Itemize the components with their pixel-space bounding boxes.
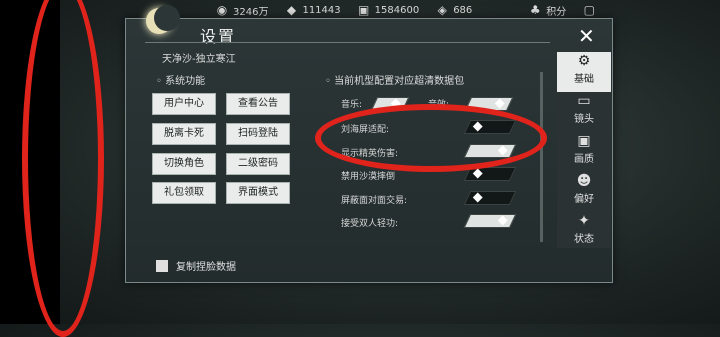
points-label: 积分 [546,6,567,18]
tab-camera-label: 镜头 [574,114,594,125]
tab-quality[interactable]: ▣ 画质 [557,132,611,172]
hd-section-text: 当前机型配置对应超清数据包 [334,76,465,87]
hud-currency4: ◈ 686 [435,3,473,17]
user-center-button[interactable]: 用户中心 [152,93,216,115]
currency2-value: 111443 [302,4,341,16]
block-trade-label: 屏蔽面对面交易: [341,196,408,206]
system-section-text: 系统功能 [165,76,206,87]
gear-icon: ⚙ [577,53,591,69]
settings-icon[interactable]: ▢ [582,3,596,17]
close-icon[interactable]: ✕ [578,24,595,48]
tab-quality-label: 画质 [574,154,594,165]
secondary-password-button[interactable]: 二级密码 [226,153,290,175]
tab-camera[interactable]: ▭ 镜头 [557,92,611,132]
toggle-knob [472,168,483,179]
tab-basic-label: 基础 [574,74,594,85]
currency1-value: 3246万 [233,6,269,18]
system-section-label: ◦ 系统功能 [156,72,205,87]
copy-icon [156,259,168,272]
gift-claim-button[interactable]: 礼包领取 [152,182,216,204]
gold-icon: ◈ [437,3,447,17]
person-icon: ☻ [576,173,592,189]
ingot-icon: ▣ [357,3,370,17]
hud-currency3: ▣ 1584600 [357,3,420,17]
view-notice-button[interactable]: 查看公告 [226,93,290,115]
server-name: 天净沙-独立寒江 [162,54,236,65]
toggle-knob [494,98,505,109]
hud-settings[interactable]: ▢ [582,3,596,17]
annotation-ring-left [22,0,104,337]
tab-status[interactable]: ✦ 状态 [557,212,611,252]
toggle-knob [497,215,508,226]
unstuck-button[interactable]: 脱离卡死 [152,123,216,145]
hud-currency1: ◉ 3246万 [215,3,269,18]
currency4-value: 686 [453,4,473,16]
toggle-knob [472,192,483,203]
bullet-icon: ◦ [156,76,166,87]
title-divider [145,42,550,43]
points-icon: ♣ [529,3,541,17]
qr-login-button[interactable]: 扫码登陆 [226,123,290,145]
interface-mode-button[interactable]: 界面模式 [226,182,290,204]
silver-icon: ◆ [286,3,297,17]
switch-role-button[interactable]: 切换角色 [152,153,216,175]
bullet-icon: ◦ [325,76,335,87]
hud-points[interactable]: ♣ 积分 [528,3,566,18]
coin-icon: ◉ [216,3,228,17]
monitor-icon: ▣ [577,133,591,149]
dialog-title: 设置 [200,27,237,46]
side-tab-bar: ⚙ 基础 ▭ 镜头 ▣ 画质 ☻ 偏好 ✦ 状态 [557,52,611,248]
currency3-value: 1584600 [374,4,420,16]
tab-basic[interactable]: ⚙ 基础 [557,52,611,92]
tab-status-label: 状态 [574,234,594,245]
top-hud: ◉ 3246万 ◆ 111443 ▣ 1584600 ◈ 686 ♣ 积分 ▢ [215,0,596,20]
copy-face-data-button[interactable]: 复制捏脸数据 [156,258,236,273]
settings-scrollbar[interactable] [540,72,543,242]
tab-preference[interactable]: ☻ 偏好 [557,172,611,212]
block-trade-toggle[interactable] [463,191,517,205]
moon-shadow [154,5,180,31]
camera-icon: ▭ [577,93,591,109]
hd-section-label: ◦ 当前机型配置对应超清数据包 [325,72,464,87]
desert-fall-label: 禁用沙漠摔倒 [341,172,396,182]
music-label: 音乐: [341,100,363,110]
status-icon: ✦ [578,213,590,229]
duo-qinggong-toggle[interactable] [463,214,517,228]
hud-currency2: ◆ 111443 [284,3,341,17]
copy-face-label: 复制捏脸数据 [176,262,236,273]
annotation-ring-notch [315,104,547,172]
tab-preference-label: 偏好 [574,194,594,205]
duo-qinggong-label: 接受双人轻功: [341,219,399,229]
